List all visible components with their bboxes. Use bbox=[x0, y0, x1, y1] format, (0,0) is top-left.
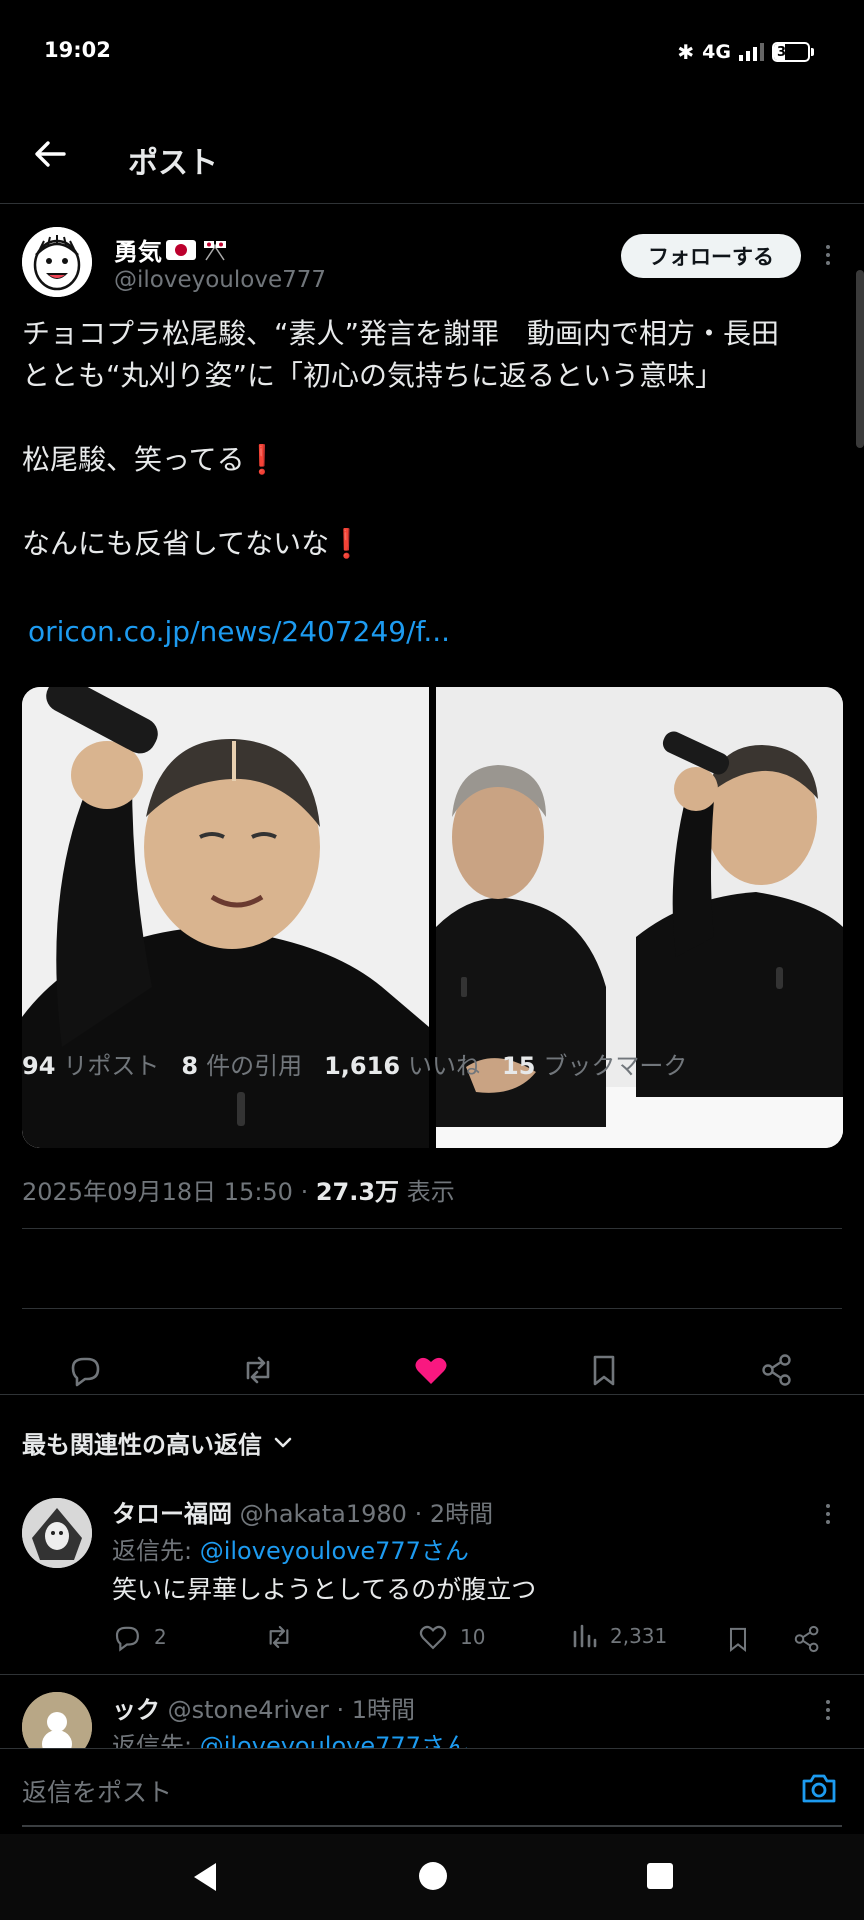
author-name[interactable]: 勇気 bbox=[114, 232, 230, 267]
post-actions bbox=[0, 1332, 864, 1408]
reply-to-handle[interactable]: @iloveyoulove777さん bbox=[200, 1732, 469, 1748]
more-options-icon[interactable] bbox=[820, 245, 836, 269]
back-arrow-icon[interactable] bbox=[30, 134, 70, 174]
quote-stat[interactable]: 8 件の引用 bbox=[181, 1046, 302, 1081]
post-text-line-2: ととも“丸刈り姿”に「初心の気持ちに返るという意味」 bbox=[22, 359, 724, 392]
divider bbox=[22, 1308, 842, 1309]
heart-icon bbox=[419, 1625, 447, 1650]
app-bar: ポスト bbox=[0, 104, 864, 204]
bookmark-icon[interactable] bbox=[586, 1352, 622, 1388]
divider bbox=[0, 1394, 864, 1395]
reply-header: ック @stone4river · 1時間 bbox=[112, 1690, 415, 1725]
reply-icon[interactable] bbox=[67, 1352, 103, 1388]
like-stat[interactable]: 1,616 いいね bbox=[324, 1046, 480, 1081]
reply-to: 返信先: @iloveyoulove777さん bbox=[112, 1537, 469, 1565]
author-handle[interactable]: @iloveyoulove777 bbox=[114, 267, 326, 293]
bookmark-icon[interactable] bbox=[724, 1624, 752, 1654]
network-type: 4G bbox=[702, 41, 731, 63]
author-name-text: 勇気 bbox=[114, 238, 162, 266]
chevron-down-icon bbox=[274, 1437, 292, 1447]
reply-author-name[interactable]: ック bbox=[112, 1696, 160, 1724]
reply-to: 返信先: @iloveyoulove777さん bbox=[112, 1726, 469, 1748]
replies-sort-label: 最も関連性の高い返信 bbox=[22, 1431, 262, 1459]
page-title: ポスト bbox=[128, 146, 218, 181]
exclamation-emoji: ❗ bbox=[244, 443, 280, 476]
reply-text: 笑いに昇華しようとしてるのが腹立つ bbox=[112, 1575, 537, 1604]
camera-icon[interactable] bbox=[800, 1771, 838, 1805]
crossed-flags-icon bbox=[204, 240, 226, 260]
post-text-line-4: なんにも反省してないな bbox=[22, 527, 330, 560]
view-count: 27.3万 bbox=[315, 1178, 400, 1206]
battery-icon: 31 bbox=[772, 42, 814, 62]
reply-item[interactable]: ック @stone4river · 1時間 返信先: @iloveyoulove… bbox=[0, 1686, 864, 1748]
bookmark-stat[interactable]: 15 ブックマーク bbox=[502, 1046, 687, 1081]
status-bar: 19:02 ✱ 4G 31 bbox=[0, 0, 864, 104]
home-nav-icon[interactable] bbox=[417, 1860, 449, 1892]
reply-author-handle[interactable]: @hakata1980 · 2時間 bbox=[240, 1500, 493, 1528]
views-icon bbox=[573, 1624, 597, 1648]
reply-icon bbox=[115, 1626, 139, 1652]
reply-header: タロー福岡 @hakata1980 · 2時間 bbox=[112, 1494, 493, 1529]
reply-like-action[interactable]: 10 bbox=[418, 1622, 485, 1652]
status-icons: ✱ 4G 31 bbox=[677, 38, 814, 66]
like-icon-active[interactable] bbox=[413, 1352, 449, 1388]
repost-icon bbox=[269, 1625, 289, 1649]
article-link[interactable]: oricon.co.jp/news/2407249/f... bbox=[28, 615, 450, 648]
post-text-line-3: 松尾駿、笑ってる bbox=[22, 443, 245, 476]
reply-views-action[interactable]: 2,331 bbox=[570, 1622, 667, 1650]
status-time: 19:02 bbox=[44, 38, 111, 62]
post-meta: 2025年09月18日 15:50 · 27.3万 表示 bbox=[22, 1172, 455, 1207]
reply-repost-action[interactable] bbox=[264, 1622, 294, 1652]
reply-input[interactable]: 返信をポスト bbox=[22, 1773, 172, 1809]
view-label: 表示 bbox=[399, 1178, 455, 1206]
share-icon[interactable] bbox=[792, 1624, 822, 1654]
follow-button[interactable]: フォローする bbox=[621, 234, 801, 278]
reply-item[interactable]: タロー福岡 @hakata1980 · 2時間 返信先: @iloveyoulo… bbox=[0, 1490, 864, 1670]
battery-level: 31 bbox=[777, 44, 796, 60]
divider bbox=[0, 1674, 864, 1675]
more-options-icon[interactable] bbox=[820, 1504, 836, 1528]
exclamation-emoji: ❗ bbox=[329, 527, 365, 560]
composer-underline bbox=[22, 1825, 842, 1827]
post-text: チョコプラ松尾駿、“素人”発言を謝罪 動画内で相方・長田 ととも“丸刈り姿”に「… bbox=[22, 313, 852, 565]
scrollbar[interactable] bbox=[856, 270, 864, 448]
reply-actions: 2 10 2,331 bbox=[112, 1622, 832, 1662]
recents-nav-icon[interactable] bbox=[646, 1862, 674, 1890]
share-icon[interactable] bbox=[759, 1352, 795, 1388]
signal-icon bbox=[739, 43, 764, 61]
system-nav-bar bbox=[0, 1834, 864, 1920]
author-avatar[interactable] bbox=[22, 227, 92, 297]
more-options-icon[interactable] bbox=[820, 1700, 836, 1724]
post-timestamp: 2025年09月18日 15:50 · bbox=[22, 1178, 316, 1206]
repost-icon[interactable] bbox=[240, 1352, 276, 1388]
reply-avatar[interactable] bbox=[22, 1692, 92, 1748]
post-stats: 94 リポスト 8 件の引用 1,616 いいね 15 ブックマーク bbox=[22, 1046, 687, 1081]
reply-author-handle[interactable]: @stone4river · 1時間 bbox=[168, 1696, 415, 1724]
reply-composer[interactable]: 返信をポスト bbox=[0, 1748, 864, 1832]
repost-stat[interactable]: 94 リポスト bbox=[22, 1046, 159, 1081]
japan-flag-icon bbox=[166, 239, 196, 260]
post-text-line-1: チョコプラ松尾駿、“素人”発言を謝罪 動画内で相方・長田 bbox=[22, 317, 780, 350]
back-nav-icon[interactable] bbox=[190, 1860, 220, 1894]
replies-sort[interactable]: 最も関連性の高い返信 bbox=[22, 1425, 292, 1460]
reply-avatar[interactable] bbox=[22, 1498, 92, 1568]
divider bbox=[22, 1228, 842, 1229]
reply-author-name[interactable]: タロー福岡 bbox=[112, 1500, 232, 1528]
bluetooth-icon: ✱ bbox=[677, 40, 695, 64]
reply-reply-action[interactable]: 2 bbox=[112, 1622, 167, 1652]
reply-to-handle[interactable]: @iloveyoulove777さん bbox=[200, 1537, 469, 1565]
